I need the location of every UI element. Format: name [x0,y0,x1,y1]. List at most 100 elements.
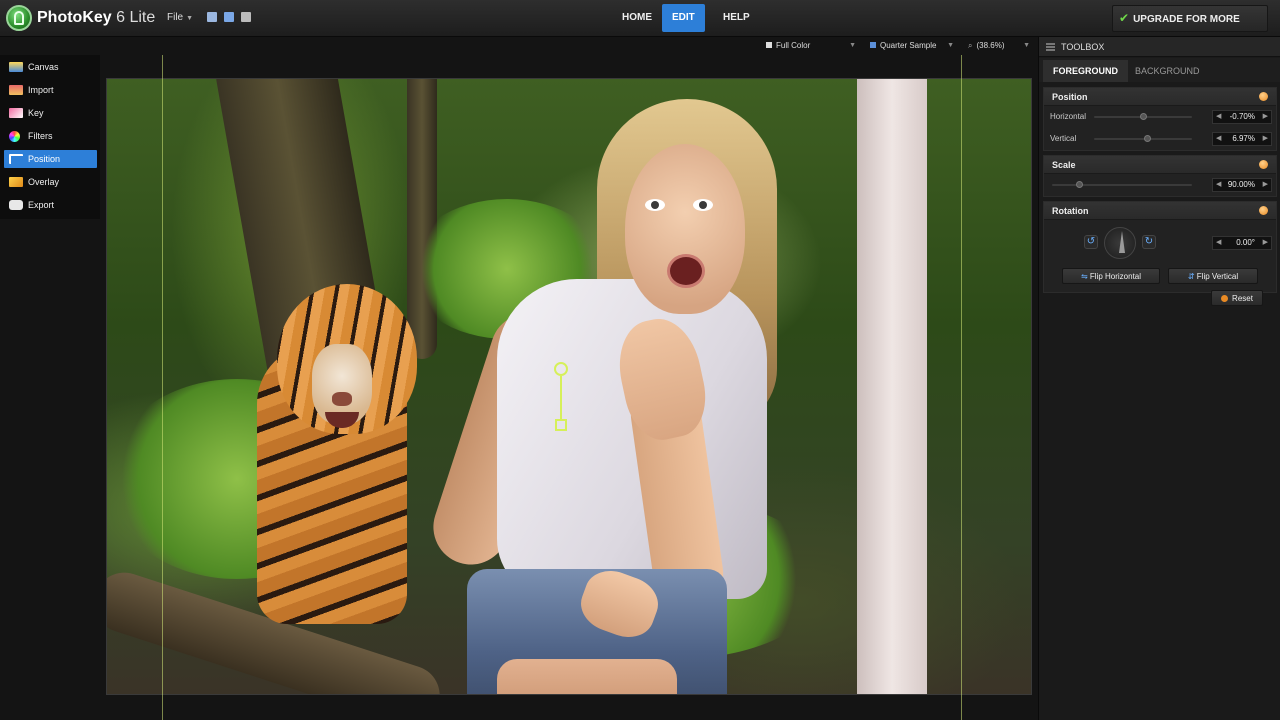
horizontal-value: -0.70% [1229,112,1255,121]
print-icon[interactable] [241,12,251,22]
decrement-icon[interactable]: ◀ [1216,237,1221,249]
toolbox-panel: TOOLBOX FOREGROUND BACKGROUND Position H… [1038,37,1280,720]
position-handle[interactable] [555,419,567,431]
sidebar-item-filters[interactable]: Filters [4,127,97,145]
sidebar-item-label: Filters [28,131,53,141]
reset-rotation-icon[interactable] [1259,206,1268,215]
rotation-value-field[interactable]: ◀ 0.00° ▶ [1212,236,1272,250]
sidebar-item-canvas[interactable]: Canvas [4,58,97,76]
increment-icon[interactable]: ▶ [1263,237,1268,249]
toolbox-tabs: FOREGROUND BACKGROUND [1039,58,1280,82]
flip-vertical-icon: ⇵ [1187,272,1197,281]
app-name: PhotoKey [37,9,112,26]
rotation-controls: ↺ ↻ ◀ 0.00° ▶ [1044,220,1276,268]
sidebar-item-position[interactable]: Position [4,150,97,168]
rotate-left-icon[interactable]: ↺ [1084,235,1098,249]
reset-icon [1221,295,1229,302]
chevron-down-icon: ▼ [186,15,194,22]
slider-knob[interactable] [1144,135,1151,142]
decrement-icon[interactable]: ◀ [1216,179,1221,191]
vertical-value: 6.97% [1232,134,1255,143]
nav-edit[interactable]: EDIT [662,4,705,32]
position-section: Position Horizontal ◀ -0.70% ▶ Vertical … [1043,87,1277,151]
reset-label: Reset [1232,294,1253,303]
section-title: Rotation [1052,206,1089,216]
rotate-right-icon[interactable]: ↻ [1142,235,1156,249]
increment-icon[interactable]: ▶ [1263,111,1268,123]
sidebar-item-label: Key [28,108,44,118]
checkmark-icon: ✔ [1119,11,1130,25]
upgrade-button[interactable]: ✔UPGRADE FOR MORE FEATURES [1112,5,1268,50]
sample-mode-select[interactable]: Quarter Sample ▼ [870,37,956,55]
vertical-value-field[interactable]: ◀ 6.97% ▶ [1212,132,1272,146]
scale-slider[interactable] [1052,181,1192,188]
increment-icon[interactable]: ▶ [1263,133,1268,145]
flip-horizontal-label: Flip Horizontal [1089,272,1142,281]
new-icon[interactable] [207,12,217,22]
decrement-icon[interactable]: ◀ [1216,133,1221,145]
section-title: Scale [1052,160,1076,170]
file-menu-label: File [167,12,184,23]
flip-vertical-button[interactable]: ⇵ Flip Vertical [1168,268,1258,284]
export-icon [9,200,23,210]
chevron-down-icon: ▼ [1023,42,1030,49]
file-menu[interactable]: File ▼ [167,12,193,23]
increment-icon[interactable]: ▶ [1263,179,1268,191]
section-title: Position [1052,92,1088,102]
sidebar-item-label: Export [28,200,55,210]
rotation-value: 0.00° [1236,238,1255,247]
safe-area-guide [961,55,962,720]
reset-scale-icon[interactable] [1259,160,1268,169]
app-title: PhotoKey 6 Lite [37,9,155,27]
scale-value-field[interactable]: ◀ 90.00% ▶ [1212,178,1272,192]
zoom-value: (38.6%) [976,41,1005,50]
foreground-subject[interactable] [367,99,787,694]
open-icon[interactable] [224,12,234,22]
flip-horizontal-icon: ⇋ [1080,272,1090,281]
sidebar-item-label: Canvas [28,62,59,72]
nav-help[interactable]: HELP [713,4,760,32]
toolbox-header[interactable]: TOOLBOX [1039,37,1280,57]
sidebar-item-export[interactable]: Export [4,196,97,214]
reset-button[interactable]: Reset [1211,290,1263,306]
horizontal-slider[interactable] [1094,113,1192,120]
sidebar-item-key[interactable]: Key [4,104,97,122]
key-icon [9,108,23,118]
horizontal-row: Horizontal ◀ -0.70% ▶ [1044,106,1276,128]
canvas-area[interactable] [100,55,1038,720]
tab-background[interactable]: BACKGROUND [1125,60,1210,82]
white-pillar [857,79,927,694]
flip-horizontal-button[interactable]: ⇋ Flip Horizontal [1062,268,1160,284]
top-bar: PhotoKey 6 Lite File ▼ HOME EDIT HELP ✔ UP… [0,0,1280,50]
vertical-slider[interactable] [1094,135,1192,142]
nav-home[interactable]: HOME [612,4,662,32]
sidebar-item-import[interactable]: Import [4,81,97,99]
color-mode-select[interactable]: Full Color ▼ [766,37,858,55]
rotation-section: Rotation ↺ ↻ ◀ 0.00° ▶ ⇋ Flip Horizontal… [1043,201,1277,293]
vertical-row: Vertical ◀ 6.97% ▶ [1044,128,1276,150]
rotation-dial[interactable] [1104,227,1136,259]
toolbox-title: TOOLBOX [1061,42,1105,52]
slider-knob[interactable] [1076,181,1083,188]
composite-image[interactable] [106,78,1032,695]
tab-foreground[interactable]: FOREGROUND [1043,60,1128,82]
sidebar-item-overlay[interactable]: Overlay [4,173,97,191]
rotation-handle[interactable] [554,362,568,376]
canvas-icon [9,62,23,72]
horizontal-value-field[interactable]: ◀ -0.70% ▶ [1212,110,1272,124]
scale-section: Scale ◀ 90.00% ▶ [1043,155,1277,197]
scale-section-title[interactable]: Scale [1044,156,1276,174]
zoom-select[interactable]: ⌕ (38.6%) ▼ [968,37,1032,55]
reset-position-icon[interactable] [1259,92,1268,101]
slider-knob[interactable] [1140,113,1147,120]
position-section-title[interactable]: Position [1044,88,1276,106]
color-mode-value: Full Color [776,41,811,50]
grip-icon [1046,43,1055,51]
sidebar-item-label: Overlay [28,177,60,187]
chevron-down-icon: ▼ [947,42,954,49]
photokey-logo-icon [6,5,32,31]
position-icon [9,154,23,164]
workflow-sidebar: Canvas Import Key Filters Position Overl… [0,55,100,219]
decrement-icon[interactable]: ◀ [1216,111,1221,123]
rotation-section-title[interactable]: Rotation [1044,202,1276,220]
